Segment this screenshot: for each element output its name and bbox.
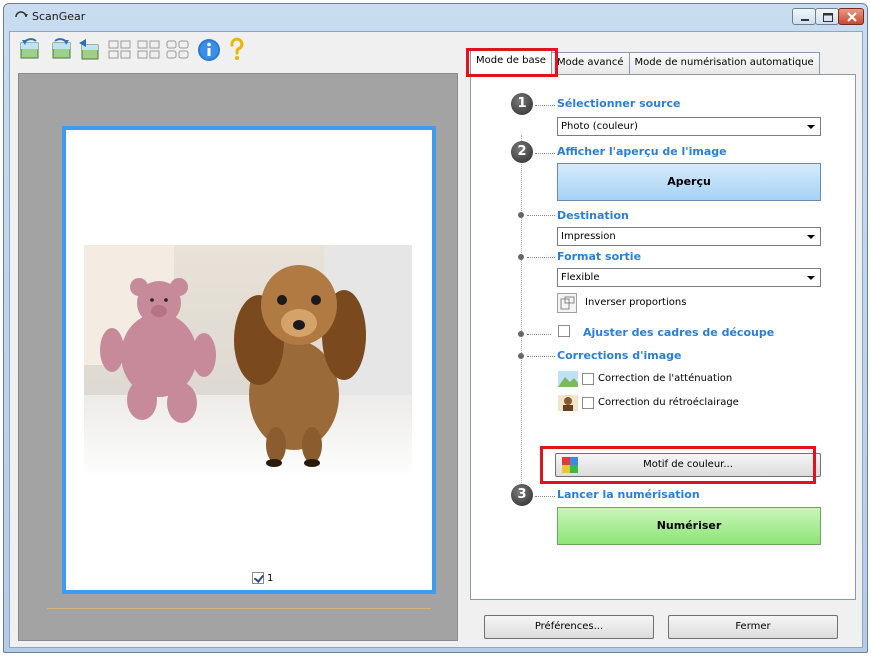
preview-image-number: 1 bbox=[267, 572, 274, 584]
client-area: 1 Mode de base Mode avancé Mode de numér… bbox=[9, 31, 863, 648]
corrections-leader bbox=[527, 356, 555, 357]
preview-image-checkbox[interactable]: 1 bbox=[252, 572, 273, 584]
format-leader bbox=[527, 257, 555, 258]
maximize-button[interactable] bbox=[815, 8, 839, 25]
thumbnail-view-icon[interactable] bbox=[107, 37, 133, 63]
preferences-button[interactable]: Préférences... bbox=[484, 615, 654, 639]
invert-proportions-icon[interactable] bbox=[557, 293, 577, 313]
step-1-leader bbox=[535, 105, 555, 106]
output-format-value: Flexible bbox=[561, 272, 600, 283]
color-pattern-highlight-box bbox=[540, 446, 816, 484]
chevron-down-icon bbox=[807, 125, 815, 129]
preview-photo bbox=[84, 245, 412, 473]
destination-select-value: Impression bbox=[561, 231, 616, 242]
help-icon[interactable] bbox=[224, 37, 250, 63]
info-icon[interactable] bbox=[196, 37, 222, 63]
image-corrections-title: Corrections d'image bbox=[557, 349, 682, 362]
destination-title: Destination bbox=[557, 209, 629, 222]
crop-leader bbox=[527, 334, 551, 335]
invert-proportions-label: Inverser proportions bbox=[585, 297, 687, 308]
preview-page[interactable]: 1 bbox=[62, 126, 436, 594]
fade-correction-checkbox[interactable] bbox=[582, 373, 594, 385]
rotate-right-icon[interactable] bbox=[47, 37, 73, 63]
step-2-leader bbox=[535, 153, 555, 154]
basic-mode-panel: 1 Sélectionner source Photo (couleur) 2 … bbox=[470, 74, 856, 600]
crop-bullet bbox=[518, 331, 524, 337]
rotate-left-icon[interactable] bbox=[18, 37, 44, 63]
step-1-badge: 1 bbox=[511, 93, 533, 115]
tab-mode-avance[interactable]: Mode avancé bbox=[550, 52, 630, 74]
source-select[interactable]: Photo (couleur) bbox=[557, 117, 821, 136]
preview-button[interactable]: Aperçu bbox=[557, 163, 821, 201]
tab-highlight-box bbox=[466, 48, 558, 77]
output-format-select[interactable]: Flexible bbox=[557, 268, 821, 287]
select-source-title: Sélectionner source bbox=[557, 97, 681, 110]
whole-image-view-icon[interactable] bbox=[136, 37, 162, 63]
scangear-app-icon bbox=[15, 11, 28, 18]
scan-button[interactable]: Numériser bbox=[557, 507, 821, 545]
start-scan-title: Lancer la numérisation bbox=[557, 488, 700, 501]
window-title: ScanGear bbox=[32, 10, 86, 23]
format-bullet bbox=[518, 254, 524, 260]
destination-leader bbox=[527, 215, 555, 216]
destination-bullet bbox=[518, 212, 524, 218]
step-2-badge: 2 bbox=[511, 141, 533, 163]
preview-area: 1 bbox=[18, 73, 458, 641]
crop-frame-icon[interactable] bbox=[165, 37, 191, 63]
close-button[interactable]: Fermer bbox=[668, 615, 838, 639]
minimize-icon bbox=[801, 19, 809, 21]
preview-image-title: Afficher l'aperçu de l'image bbox=[557, 145, 727, 158]
destination-select[interactable]: Impression bbox=[557, 227, 821, 246]
fade-correction-icon bbox=[558, 371, 578, 387]
adjust-crop-frames-title: Ajuster des cadres de découpe bbox=[583, 326, 775, 339]
preview-divider bbox=[47, 608, 431, 609]
chevron-down-icon bbox=[807, 235, 815, 239]
output-format-title: Format sortie bbox=[557, 250, 642, 263]
chevron-down-icon bbox=[807, 276, 815, 280]
backlight-correction-icon bbox=[558, 395, 578, 411]
step-3-badge: 3 bbox=[511, 484, 533, 506]
backlight-correction-label: Correction du rétroéclairage bbox=[598, 397, 739, 408]
close-icon bbox=[847, 12, 857, 22]
settings-panel: Mode de base Mode avancé Mode de numéris… bbox=[462, 32, 864, 649]
title-bar: ScanGear bbox=[4, 4, 867, 30]
corrections-bullet bbox=[518, 353, 524, 359]
step-3-leader bbox=[535, 496, 555, 497]
scangear-window: ScanGear 1 Mode de base Mode avancé Mode… bbox=[3, 3, 868, 653]
toolbar bbox=[10, 32, 462, 68]
minimize-button[interactable] bbox=[792, 8, 816, 25]
mirror-icon[interactable] bbox=[76, 37, 102, 63]
close-window-button[interactable] bbox=[838, 8, 864, 25]
step-connector-line bbox=[521, 135, 522, 485]
crop-frames-checkbox[interactable] bbox=[558, 325, 570, 337]
tab-mode-numerisation-automatique[interactable]: Mode de numérisation automatique bbox=[628, 52, 820, 74]
maximize-icon bbox=[823, 13, 833, 22]
checkbox-checked-icon[interactable] bbox=[252, 572, 264, 584]
backlight-correction-checkbox[interactable] bbox=[582, 397, 594, 409]
fade-correction-label: Correction de l'atténuation bbox=[598, 373, 733, 384]
source-select-value: Photo (couleur) bbox=[561, 121, 638, 132]
